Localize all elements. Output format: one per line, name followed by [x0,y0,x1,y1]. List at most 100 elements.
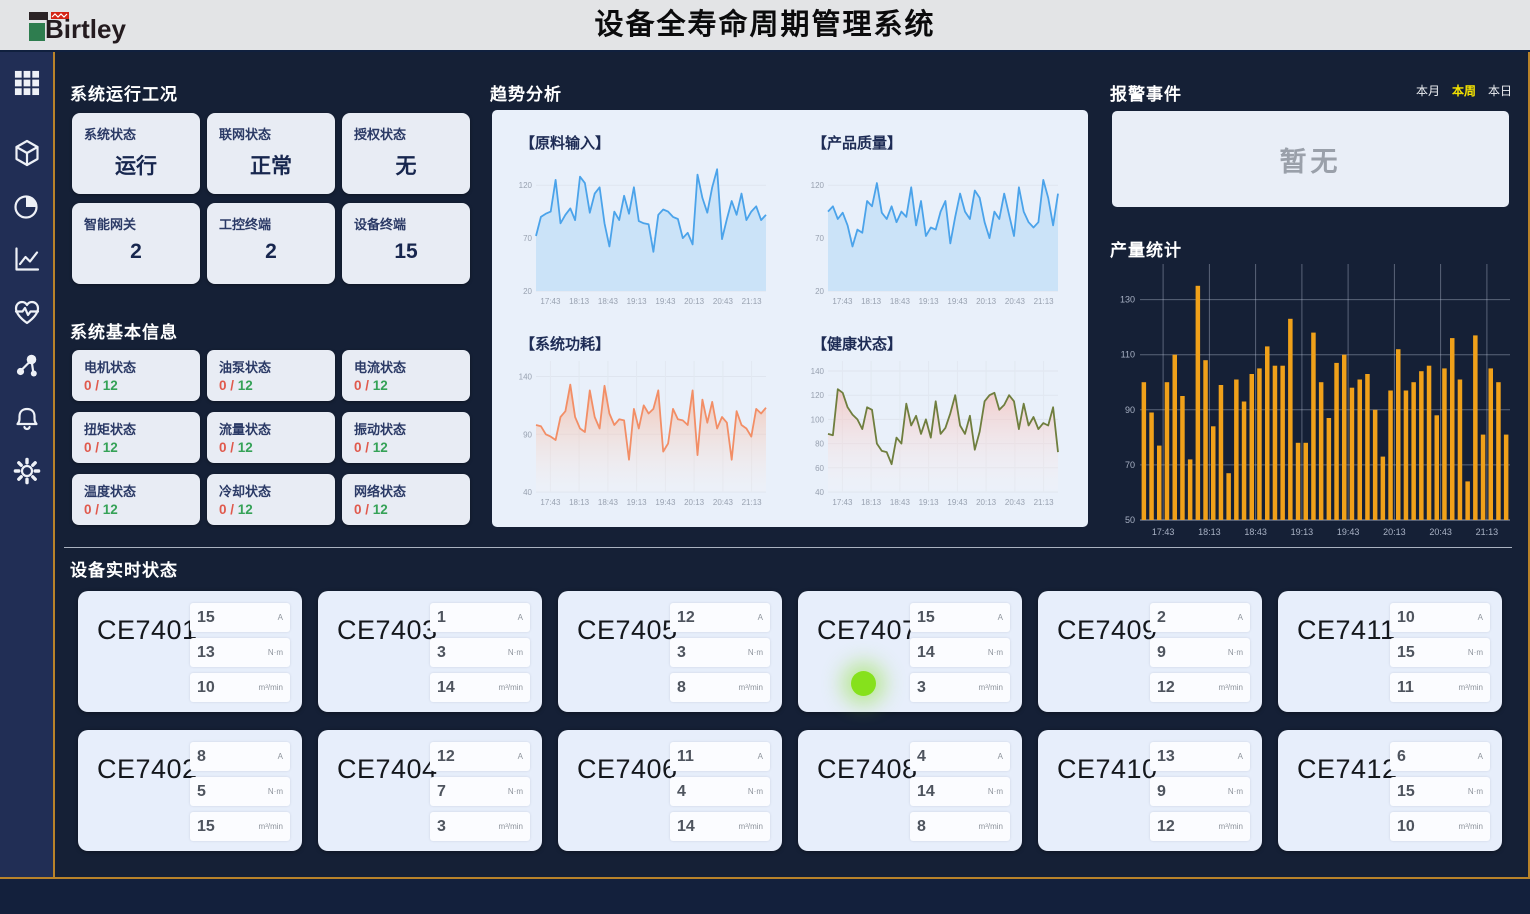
device-metrics: 10A15N·m11m³/min [1390,603,1490,702]
sidebar-item-health[interactable] [12,298,42,326]
svg-text:40: 40 [815,488,824,497]
status-card: 工控终端2 [207,203,335,284]
total-count: 12 [103,378,118,393]
metric-row: 14N·m [910,638,1010,667]
metric-unit: m³/min [979,822,1003,831]
sidebar-item-apps[interactable] [12,68,42,96]
status-card: 授权状态无 [342,113,470,194]
svg-text:20:43: 20:43 [1005,498,1026,507]
svg-text:17:43: 17:43 [1152,527,1175,537]
metric-unit: A [758,752,763,761]
system-power-line-chart: 140904017:4318:1318:4319:1319:4320:1320:… [510,358,774,508]
alarm-count: 0 [219,502,227,517]
product-quality-line-chart: 120702017:4318:1318:4319:1319:4320:1320:… [802,157,1066,307]
device-card[interactable]: CE741013A9N·m12m³/min [1038,730,1262,851]
metric-value: 14 [437,679,455,697]
status-card-value: 2 [84,240,188,264]
metric-value: 12 [1157,679,1175,697]
status-card-value: 无 [354,150,458,180]
metric-value: 7 [437,783,446,801]
alarm-count: 0 [84,502,92,517]
svg-text:19:43: 19:43 [1337,527,1360,537]
device-card[interactable]: CE74084A14N·m8m³/min [798,730,1022,851]
bell-icon [13,404,41,432]
metric-unit: A [1478,752,1483,761]
total-count: 12 [103,502,118,517]
device-card[interactable]: CE740611A4N·m14m³/min [558,730,782,851]
chart-raw-material-input: 【原料输入】 120702017:4318:1318:4319:1319:432… [498,118,790,319]
svg-text:20: 20 [523,287,532,296]
metric-unit: A [1478,613,1483,622]
svg-text:60: 60 [815,463,824,472]
device-card[interactable]: CE740715A14N·m3m³/min [798,591,1022,712]
sidebar-item-alerts[interactable] [12,404,42,432]
count-separator: / [362,378,373,393]
sidebar-item-trend[interactable] [12,245,42,273]
svg-text:18:43: 18:43 [890,297,911,306]
dashboard-page: Birtley 设备全寿命周期管理系统 系统运行工况 系统状态运行联网状态正常授… [0,0,1530,914]
device-card[interactable]: CE74092A9N·m12m³/min [1038,591,1262,712]
device-name: CE7404 [337,754,438,785]
svg-text:70: 70 [523,234,532,243]
metric-unit: A [998,752,1003,761]
alarm-tab-day[interactable]: 本日 [1488,82,1512,99]
alarm-period-tabs: 本月本周本日 [1416,82,1512,99]
metric-row: 4N·m [670,777,770,806]
svg-text:19:43: 19:43 [947,297,968,306]
svg-text:90: 90 [523,430,532,439]
alarm-tab-week[interactable]: 本周 [1452,82,1476,99]
info-card-value: 0 / 12 [354,502,458,517]
total-count: 12 [238,502,253,517]
metric-value: 11 [1397,679,1414,697]
metric-row: 11A [670,742,770,771]
metric-value: 12 [677,609,695,627]
heart-pulse-icon [13,298,41,326]
device-card[interactable]: CE740512A3N·m8m³/min [558,591,782,712]
app-title: 设备全寿命周期管理系统 [0,0,1530,50]
svg-text:21:13: 21:13 [1476,527,1499,537]
device-metrics: 13A9N·m12m³/min [1150,742,1250,841]
metric-value: 14 [917,783,935,801]
info-card-value: 0 / 12 [219,378,323,393]
chart-health-status: 【健康状态】 14012010080604017:4318:1318:4319:… [790,319,1082,520]
metric-value: 3 [677,644,686,662]
total-count: 12 [373,440,388,455]
svg-text:21:13: 21:13 [742,297,763,306]
info-card-value: 0 / 12 [84,378,188,393]
metric-row: 12A [430,742,530,771]
device-card[interactable]: CE740412A7N·m3m³/min [318,730,542,851]
sidebar-item-model3d[interactable] [12,139,42,167]
svg-text:19:13: 19:13 [627,498,648,507]
info-card: 电流状态0 / 12 [342,350,470,401]
svg-text:20:43: 20:43 [713,498,734,507]
metric-row: 3N·m [430,638,530,667]
device-card[interactable]: CE740115A13N·m10m³/min [78,591,302,712]
device-card[interactable]: CE74031A3N·m14m³/min [318,591,542,712]
section-title-system-info: 系统基本信息 [70,318,178,343]
info-card-value: 0 / 12 [219,440,323,455]
device-metrics: 11A4N·m14m³/min [670,742,770,841]
info-card-value: 0 / 12 [84,502,188,517]
device-metrics: 12A3N·m8m³/min [670,603,770,702]
metric-unit: m³/min [499,683,523,692]
device-card[interactable]: CE74028A5N·m15m³/min [78,730,302,851]
info-card: 温度状态0 / 12 [72,474,200,525]
info-card: 扭矩状态0 / 12 [72,412,200,463]
alarm-tab-month[interactable]: 本月 [1416,82,1440,99]
chart-title: 【系统功耗】 [520,333,786,354]
gear-icon [13,457,41,485]
device-card[interactable]: CE741110A15N·m11m³/min [1278,591,1502,712]
sidebar-item-settings[interactable] [12,457,42,485]
metric-value: 3 [917,679,926,697]
metric-value: 15 [1397,783,1415,801]
svg-text:18:13: 18:13 [1198,527,1221,537]
apps-grid-icon [13,69,40,96]
sidebar-item-topology[interactable] [12,351,42,379]
device-card[interactable]: CE74126A15N·m10m³/min [1278,730,1502,851]
metric-row: 5N·m [190,777,290,806]
metric-unit: m³/min [1459,683,1483,692]
count-separator: / [92,502,103,517]
device-metrics: 6A15N·m10m³/min [1390,742,1490,841]
metric-unit: N·m [508,787,523,796]
sidebar-item-pie[interactable] [12,192,42,220]
